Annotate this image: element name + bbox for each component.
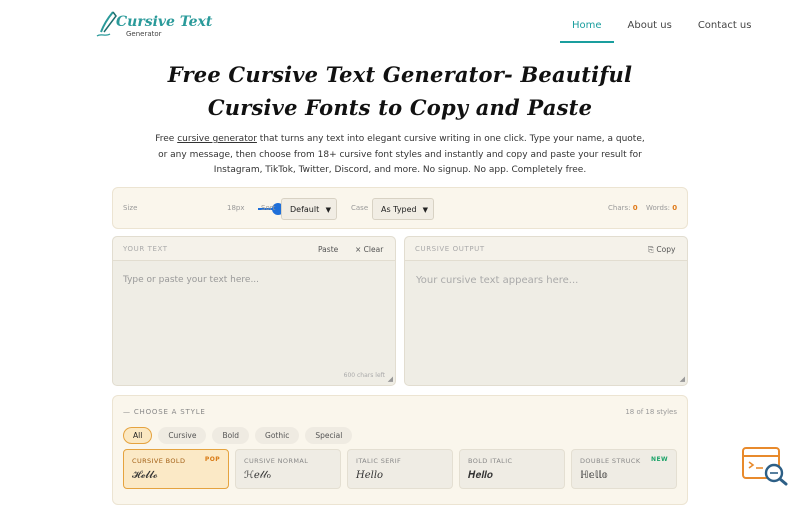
intro-text-start: Free [155,134,178,144]
output-panel: CURSIVE OUTPUT ⎘ Copy Your cursive text … [404,236,688,386]
style-card-italic-serif[interactable]: ITALIC SERIF Hello [347,449,453,489]
words-count: Words: 0 [646,204,677,212]
filter-gothic[interactable]: Gothic [255,427,300,444]
cursive-generator-link[interactable]: cursive generator [177,134,257,144]
style-card-sample: Hello [356,470,384,481]
output-panel-header: CURSIVE OUTPUT ⎘ Copy [405,237,687,261]
style-card-sample: ℍ𝕖𝕝𝕝𝕠 [580,470,608,481]
options-toolbar: Size 18px Sort Default ▼ Case As Typed ▼… [112,187,688,229]
search-code-widget-icon[interactable] [741,446,789,486]
input-panel-header: YOUR TEXT Paste × Clear [113,237,395,261]
input-panel: YOUR TEXT Paste × Clear Type or paste yo… [112,236,396,386]
pen-icon [96,11,117,37]
style-card-label: CURSIVE NORMAL [244,457,309,465]
style-card-double-struck[interactable]: DOUBLE STRUCK NEW ℍ𝕖𝕝𝕝𝕠 [571,449,677,489]
output-panel-label: CURSIVE OUTPUT [415,245,485,253]
chars-left: 600 chars left [343,372,385,379]
filter-bold[interactable]: Bold [212,427,250,444]
style-card-label: ITALIC SERIF [356,457,402,465]
style-card-bold-italic[interactable]: BOLD ITALIC 𝑯𝒆𝒍𝒍𝒐 [459,449,565,489]
sort-select[interactable]: Default ▼ [281,198,337,220]
sort-label: Sort [261,204,276,212]
case-value: As Typed [381,205,417,214]
style-card-sample: 𝑯𝒆𝒍𝒍𝒐 [468,470,493,481]
style-card-cursive-bold[interactable]: CURSIVE BOLD POP 𝓗𝓮𝓵𝓵𝓸 [123,449,229,489]
chevron-down-icon: ▼ [325,206,331,214]
nav-about[interactable]: About us [616,14,684,43]
style-count: 18 of 18 styles [625,408,677,416]
style-card-sample: ℋℯ𝓁𝓁ℴ [244,470,272,481]
style-filters: All Cursive Bold Gothic Special [123,427,353,444]
chevron-down-icon: ▼ [422,206,428,214]
sort-value: Default [290,205,320,214]
style-cards: CURSIVE BOLD POP 𝓗𝓮𝓵𝓵𝓸 CURSIVE NORMAL ℋℯ… [123,449,677,489]
chars-count: Chars: 0 [608,204,638,212]
filter-cursive[interactable]: Cursive [158,427,207,444]
cursive-output[interactable]: Your cursive text appears here... [416,275,578,286]
copy-button[interactable]: ⎘ Copy [648,245,675,255]
clear-button[interactable]: × Clear [355,245,383,254]
page-title: Free Cursive Text Generator- Beautiful C… [167,62,633,120]
popular-badge: POP [204,456,220,463]
site-header: Cursive Text Generator Home About us Con… [0,0,800,48]
size-label: Size [123,204,138,212]
size-value: 18px [227,204,245,212]
style-card-sample: 𝓗𝓮𝓵𝓵𝓸 [132,470,158,481]
chars-label: Chars: [608,204,631,212]
resize-handle-icon[interactable]: ◢ [388,375,393,383]
text-input[interactable]: Type or paste your text here... [123,275,259,285]
logo-subtitle: Generator [126,30,162,38]
style-card-label: DOUBLE STRUCK [580,457,641,465]
filter-special[interactable]: Special [305,427,353,444]
filter-all[interactable]: All [123,427,153,444]
new-badge: NEW [651,456,668,463]
main-nav: Home About us Contact us [560,14,763,43]
nav-contact[interactable]: Contact us [686,14,764,43]
style-chooser-heading: — CHOOSE A STYLE [123,408,206,416]
case-label: Case [351,204,369,212]
style-card-cursive-normal[interactable]: CURSIVE NORMAL ℋℯ𝓁𝓁ℴ [235,449,341,489]
style-card-label: CURSIVE BOLD [132,457,186,465]
paste-button[interactable]: Paste [318,245,338,254]
style-card-label: BOLD ITALIC [468,457,513,465]
input-panel-label: YOUR TEXT [123,245,168,253]
intro-text: Free cursive generator that turns any te… [150,132,650,179]
words-label: Words: [646,204,670,212]
words-value: 0 [672,204,678,212]
site-logo[interactable]: Cursive Text Generator [96,10,212,40]
resize-handle-icon[interactable]: ◢ [680,375,685,383]
case-select[interactable]: As Typed ▼ [372,198,434,220]
style-chooser: — CHOOSE A STYLE 18 of 18 styles All Cur… [112,395,688,505]
chars-value: 0 [632,204,638,212]
logo-title: Cursive Text [116,14,213,30]
nav-home[interactable]: Home [560,14,614,43]
